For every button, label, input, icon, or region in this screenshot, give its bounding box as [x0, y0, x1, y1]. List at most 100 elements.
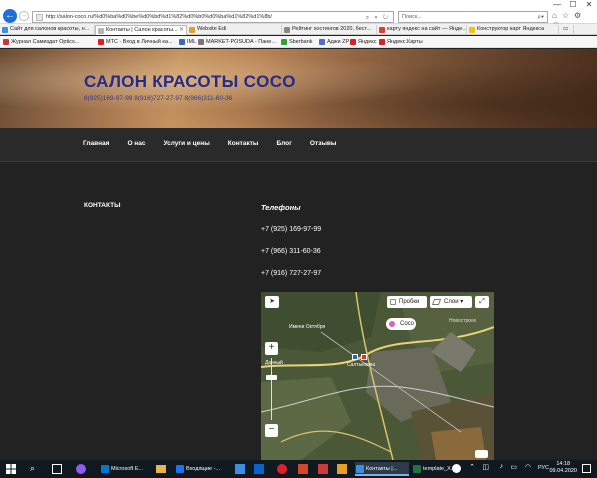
favorite-label: MARKET-POSUDA - Пане...: [206, 39, 276, 45]
phones-heading: Телефоны: [261, 203, 301, 212]
tab-6[interactable]: Конструктор карт Яндекса: [467, 25, 559, 35]
taskbar-item-active[interactable]: Контакты |...: [355, 462, 409, 476]
minimize-icon[interactable]: —: [549, 0, 565, 10]
taskbar-item-label: Входящие -...: [186, 466, 221, 472]
clock[interactable]: 14:18 09.04.2020: [549, 461, 577, 475]
opera-icon[interactable]: [277, 464, 287, 474]
menu-item-about[interactable]: О нас: [127, 140, 145, 147]
tab-label: Рейтинг хостингов 2020, бест...: [292, 26, 371, 32]
tab-close-icon[interactable]: ✕: [179, 26, 184, 35]
favorite-item[interactable]: Яндекс: [349, 37, 377, 47]
menu-item-blog[interactable]: Блог: [276, 140, 291, 147]
tab-label: Website Edi: [197, 26, 227, 32]
layers-button[interactable]: Слои ▾: [430, 296, 472, 308]
address-bar[interactable]: http://salon-coco.ru/%d0%ba%d0%be%d0%bd%…: [32, 11, 394, 23]
favorite-item[interactable]: MARKET-POSUDA - Пане...: [197, 37, 276, 47]
store-icon[interactable]: [235, 464, 245, 474]
user-icon[interactable]: [452, 464, 461, 473]
map-marker[interactable]: Coco: [386, 318, 416, 330]
app-icon[interactable]: [337, 464, 347, 474]
folder-icon[interactable]: [156, 465, 166, 473]
tab-favicon: [469, 27, 475, 33]
phone-2[interactable]: +7 (966) 311-60-36: [261, 248, 321, 255]
yandex-map[interactable]: ➤ Пробки Слои ▾ ⤢ Coco Имени Октября Дач…: [261, 292, 494, 460]
phone-1[interactable]: +7 (925) 169-97-99: [261, 226, 321, 233]
chevron-up-icon[interactable]: ⌃: [469, 463, 475, 471]
taskbar-item[interactable]: Входящие -...: [175, 462, 229, 476]
tab-5[interactable]: карту яндекс на сайт — Яндe...: [377, 25, 467, 35]
tab-4[interactable]: Рейтинг хостингов 2020, бест...: [282, 25, 377, 35]
search-icon[interactable]: ⌕▾: [537, 12, 544, 23]
back-button[interactable]: ←: [3, 9, 17, 23]
favorite-icon: [179, 39, 185, 45]
tab-3[interactable]: Website Edi: [187, 25, 282, 35]
traffic-button[interactable]: Пробки: [387, 296, 427, 308]
favorite-item[interactable]: IML: [178, 37, 196, 47]
search-box[interactable]: Поиск... ⌕▾: [398, 11, 548, 23]
zoom-slider-handle[interactable]: [266, 375, 277, 380]
windows-start-icon[interactable]: [6, 464, 16, 474]
favorite-item[interactable]: Журнал Самиздат Optics...: [2, 37, 79, 47]
geolocation-button[interactable]: ➤: [265, 296, 279, 308]
favorites-bar: Журнал Самиздат Optics... МТС - Вход в Л…: [0, 36, 597, 48]
favorite-icon: [3, 39, 9, 45]
site-phones: 8(925)169-97-99 8(916)727-27-97 8(966)31…: [84, 95, 233, 102]
favorite-label: IML: [187, 39, 197, 45]
forward-button[interactable]: →: [19, 11, 29, 21]
metro-icon: [352, 354, 358, 360]
favorite-icon: [281, 39, 287, 45]
home-icon[interactable]: ⌂: [552, 11, 562, 20]
wifi-icon[interactable]: ◠: [525, 463, 531, 471]
place-label: Новостроек: [449, 318, 477, 324]
volume-icon[interactable]: ♪: [500, 463, 504, 470]
app-icon[interactable]: [318, 464, 328, 474]
site-title[interactable]: САЛОН КРАСОТЫ COCO: [84, 72, 296, 92]
menu-item-home[interactable]: Главная: [83, 140, 109, 147]
refresh-icon[interactable]: ⌕ ▾ ↻: [366, 13, 390, 22]
language-indicator[interactable]: РУС: [538, 465, 549, 471]
menu-item-reviews[interactable]: Отзывы: [310, 140, 337, 147]
search-icon[interactable]: ⌕: [30, 463, 35, 474]
tab-2-active[interactable]: Контакты | Салон красоты... ✕: [95, 25, 187, 35]
close-icon[interactable]: ✕: [581, 0, 597, 10]
taskbar-item-label: Microsoft E...: [111, 466, 144, 472]
fullscreen-icon[interactable]: ⤢: [475, 296, 489, 308]
taskbar-item-label: Контакты |...: [366, 466, 398, 472]
maximize-icon[interactable]: ☐: [565, 0, 581, 10]
zoom-in-button[interactable]: +: [265, 342, 278, 355]
favorite-item[interactable]: МТС - Вход в Личный ка...: [97, 37, 173, 47]
section-title: КОНТАКТЫ: [84, 202, 121, 209]
ruler-icon[interactable]: [475, 450, 488, 458]
menu-item-contacts[interactable]: Контакты: [228, 140, 259, 147]
settings-gear-icon[interactable]: ⚙: [574, 11, 586, 20]
favorite-icon: [379, 39, 385, 45]
favorites-star-icon[interactable]: ☆: [562, 11, 574, 20]
favorite-item[interactable]: Яндекс.Карты: [378, 37, 423, 47]
new-tab-button[interactable]: ▭: [560, 25, 574, 35]
display-icon[interactable]: ▭: [510, 463, 517, 471]
zoom-out-button[interactable]: −: [265, 424, 278, 437]
menu-item-services[interactable]: Услуги и цены: [163, 140, 209, 147]
taskbar-item[interactable]: Microsoft E...: [100, 462, 153, 476]
tab-1[interactable]: Сайт для салонов красоты, н...: [0, 25, 95, 35]
place-label: Салтыковка: [347, 362, 376, 368]
assistant-icon[interactable]: [76, 464, 86, 474]
task-view-icon[interactable]: [52, 464, 62, 474]
favorite-label: Яндекс.Карты: [387, 39, 423, 45]
notifications-icon[interactable]: [582, 464, 591, 473]
clock-time: 14:18: [556, 461, 571, 467]
excel-icon: [413, 465, 421, 473]
network-icon[interactable]: ◫: [482, 463, 489, 471]
favorite-item[interactable]: Sberbank: [280, 37, 313, 47]
zoom-slider-track[interactable]: [271, 358, 272, 420]
ie-icon: [356, 465, 364, 473]
window-controls: — ☐ ✕: [549, 0, 597, 10]
marker-label: Coco: [400, 321, 415, 327]
favorite-item[interactable]: Аджи ZP: [318, 37, 349, 47]
app-icon[interactable]: [298, 464, 308, 474]
outlook-icon[interactable]: [254, 464, 264, 474]
tab-label: Сайт для салонов красоты, н...: [10, 26, 90, 32]
pin-icon: [388, 320, 396, 328]
phone-3[interactable]: +7 (916) 727-27-97: [261, 270, 321, 277]
taskbar-item-label: template_X...: [423, 466, 456, 472]
